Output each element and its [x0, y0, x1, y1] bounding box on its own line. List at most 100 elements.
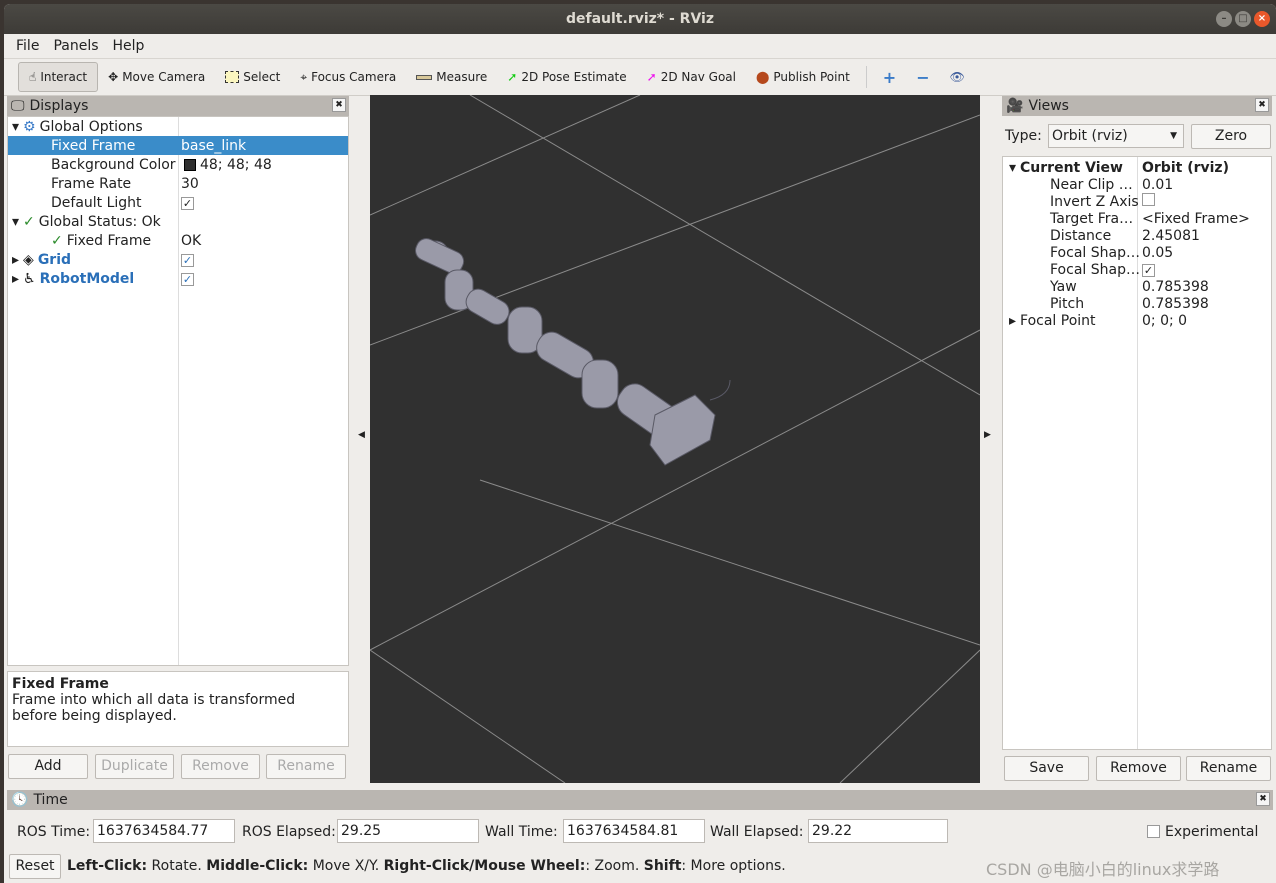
- view-property-row[interactable]: Near Clip … 0.01: [1003, 176, 1271, 193]
- view-type-select[interactable]: Orbit (rviz) ▼: [1048, 124, 1184, 148]
- row-value: 48; 48; 48: [200, 156, 272, 173]
- duplicate-button[interactable]: Duplicate: [95, 754, 174, 779]
- minimize-button[interactable]: –: [1216, 11, 1232, 27]
- save-view-button[interactable]: Save: [1004, 756, 1089, 781]
- zero-button[interactable]: Zero: [1191, 124, 1271, 149]
- view-menu-button[interactable]: 👁: [940, 62, 975, 92]
- menu-panels[interactable]: Panels: [53, 38, 98, 54]
- tree-row-robotmodel[interactable]: ▸ ♿ RobotModel ✓: [8, 269, 348, 288]
- view-property-row[interactable]: Focal Shap… ✓: [1003, 261, 1271, 278]
- view-property-row[interactable]: Invert Z Axis: [1003, 193, 1271, 210]
- tool-publish-point[interactable]: ⬤ Publish Point: [746, 62, 860, 92]
- rename-view-button[interactable]: Rename: [1186, 756, 1271, 781]
- close-panel-button[interactable]: ✖: [1255, 98, 1269, 112]
- tool-focus-camera[interactable]: ⌖ Focus Camera: [290, 62, 406, 92]
- tree-row-frame-rate[interactable]: Frame Rate 30: [8, 174, 348, 193]
- remove-button[interactable]: Remove: [181, 754, 260, 779]
- tool-label: Move Camera: [122, 70, 206, 84]
- expand-arrow-icon[interactable]: ▸: [12, 271, 19, 287]
- expand-arrow-icon[interactable]: ▾: [12, 214, 19, 230]
- experimental-checkbox[interactable]: [1147, 825, 1160, 838]
- expand-arrow-icon[interactable]: ▸: [12, 252, 19, 268]
- eye-icon: 👁: [949, 70, 965, 84]
- expand-arrow-icon[interactable]: ▾: [12, 119, 19, 135]
- tree-row-grid[interactable]: ▸ ◈ Grid ✓: [8, 250, 348, 269]
- ros-time-label: ROS Time:: [17, 824, 91, 840]
- maximize-button[interactable]: □: [1235, 11, 1251, 27]
- tree-row-fixed-frame-status[interactable]: ✓ Fixed Frame OK: [8, 231, 348, 250]
- tree-row-default-light[interactable]: Default Light ✓: [8, 193, 348, 212]
- tree-row-fixed-frame[interactable]: Fixed Frame base_link: [8, 136, 348, 155]
- expand-arrow-icon[interactable]: ▾: [1009, 160, 1016, 176]
- row-value[interactable]: 0.05: [1142, 245, 1173, 261]
- wall-elapsed-field[interactable]: 29.22: [808, 819, 948, 843]
- color-swatch[interactable]: [184, 158, 196, 171]
- tree-row-global-options[interactable]: ▾ ⚙ Global Options: [8, 117, 348, 136]
- row-value[interactable]: <Fixed Frame>: [1142, 211, 1250, 227]
- view-property-row[interactable]: ▸ Focal Point 0; 0; 0: [1003, 312, 1271, 329]
- tool-move-camera[interactable]: ✥ Move Camera: [98, 62, 215, 92]
- tool-2d-nav-goal[interactable]: ➚ 2D Nav Goal: [637, 62, 746, 92]
- tree-row-global-status[interactable]: ▾ ✓ Global Status: Ok: [8, 212, 348, 231]
- row-key: Global Options: [39, 118, 143, 135]
- check-icon: ✓: [51, 232, 63, 249]
- ros-elapsed-label: ROS Elapsed:: [242, 824, 336, 840]
- expand-arrow-icon[interactable]: ▸: [1009, 313, 1016, 329]
- focal-shape-checkbox[interactable]: ✓: [1142, 263, 1155, 277]
- close-panel-button[interactable]: ✖: [1256, 792, 1270, 806]
- time-title: Time: [33, 792, 68, 808]
- chevron-down-icon: ▼: [1170, 131, 1177, 141]
- tree-row-background-color[interactable]: Background Color 48; 48; 48: [8, 155, 348, 174]
- displays-panel: 🖵 Displays ✖: [7, 96, 349, 116]
- wall-time-field[interactable]: 1637634584.81: [563, 819, 705, 843]
- add-tool-button[interactable]: +: [873, 62, 906, 92]
- add-button[interactable]: Add: [8, 754, 88, 779]
- row-value[interactable]: 0.01: [1142, 177, 1173, 193]
- tool-interact[interactable]: ☝ Interact: [18, 62, 99, 92]
- grid-line: [370, 329, 980, 651]
- close-panel-button[interactable]: ✖: [332, 98, 346, 112]
- robot-icon: ♿: [23, 270, 36, 287]
- collapse-right-icon[interactable]: ▶: [984, 430, 991, 440]
- reset-button[interactable]: Reset: [9, 854, 61, 879]
- menu-help[interactable]: Help: [113, 38, 145, 54]
- clock-icon: 🕓: [11, 792, 29, 808]
- toolbar: ☝ Interact ✥ Move Camera Select ⌖ Focus Cam…: [4, 58, 1276, 96]
- row-value[interactable]: 0.785398: [1142, 296, 1209, 312]
- rename-button[interactable]: Rename: [266, 754, 346, 779]
- row-value[interactable]: Orbit (rviz): [1142, 160, 1229, 176]
- experimental-label: Experimental: [1165, 824, 1259, 840]
- tool-select[interactable]: Select: [215, 62, 290, 92]
- grid-checkbox[interactable]: ✓: [181, 253, 194, 267]
- 3d-viewport[interactable]: [370, 95, 980, 783]
- view-property-row[interactable]: Pitch 0.785398: [1003, 295, 1271, 312]
- ros-time-field[interactable]: 1637634584.77: [93, 819, 235, 843]
- close-button[interactable]: ×: [1254, 11, 1270, 27]
- view-property-row[interactable]: ▾ Current View Orbit (rviz): [1003, 159, 1271, 176]
- ruler-icon: [416, 74, 433, 80]
- default-light-checkbox[interactable]: ✓: [181, 196, 194, 210]
- view-property-row[interactable]: Focal Shap… 0.05: [1003, 244, 1271, 261]
- row-value[interactable]: 0; 0; 0: [1142, 313, 1187, 329]
- view-property-row[interactable]: Yaw 0.785398: [1003, 278, 1271, 295]
- displays-tree: ▾ ⚙ Global Options Fixed Frame base_link …: [7, 116, 349, 666]
- collapse-left-icon[interactable]: ◀: [358, 430, 365, 440]
- row-value[interactable]: 2.45081: [1142, 228, 1200, 244]
- row-value[interactable]: 30: [181, 176, 199, 192]
- view-property-row[interactable]: Distance 2.45081: [1003, 227, 1271, 244]
- window-title: default.rviz* - RViz: [565, 11, 714, 27]
- row-value[interactable]: 0.785398: [1142, 279, 1209, 295]
- invert-z-checkbox[interactable]: [1142, 193, 1155, 206]
- ros-elapsed-field[interactable]: 29.25: [337, 819, 479, 843]
- remove-tool-button[interactable]: −: [906, 62, 939, 92]
- row-key: Distance: [1050, 227, 1112, 244]
- grid-line: [370, 95, 641, 216]
- robotmodel-checkbox[interactable]: ✓: [181, 272, 194, 286]
- row-key: Fixed Frame: [66, 232, 152, 249]
- menu-file[interactable]: File: [16, 38, 39, 54]
- tool-2d-pose-estimate[interactable]: ➚ 2D Pose Estimate: [497, 62, 636, 92]
- remove-view-button[interactable]: Remove: [1096, 756, 1181, 781]
- view-property-row[interactable]: Target Fra… <Fixed Frame>: [1003, 210, 1271, 227]
- fixed-frame-value[interactable]: base_link: [181, 138, 246, 154]
- tool-measure[interactable]: Measure: [406, 62, 497, 92]
